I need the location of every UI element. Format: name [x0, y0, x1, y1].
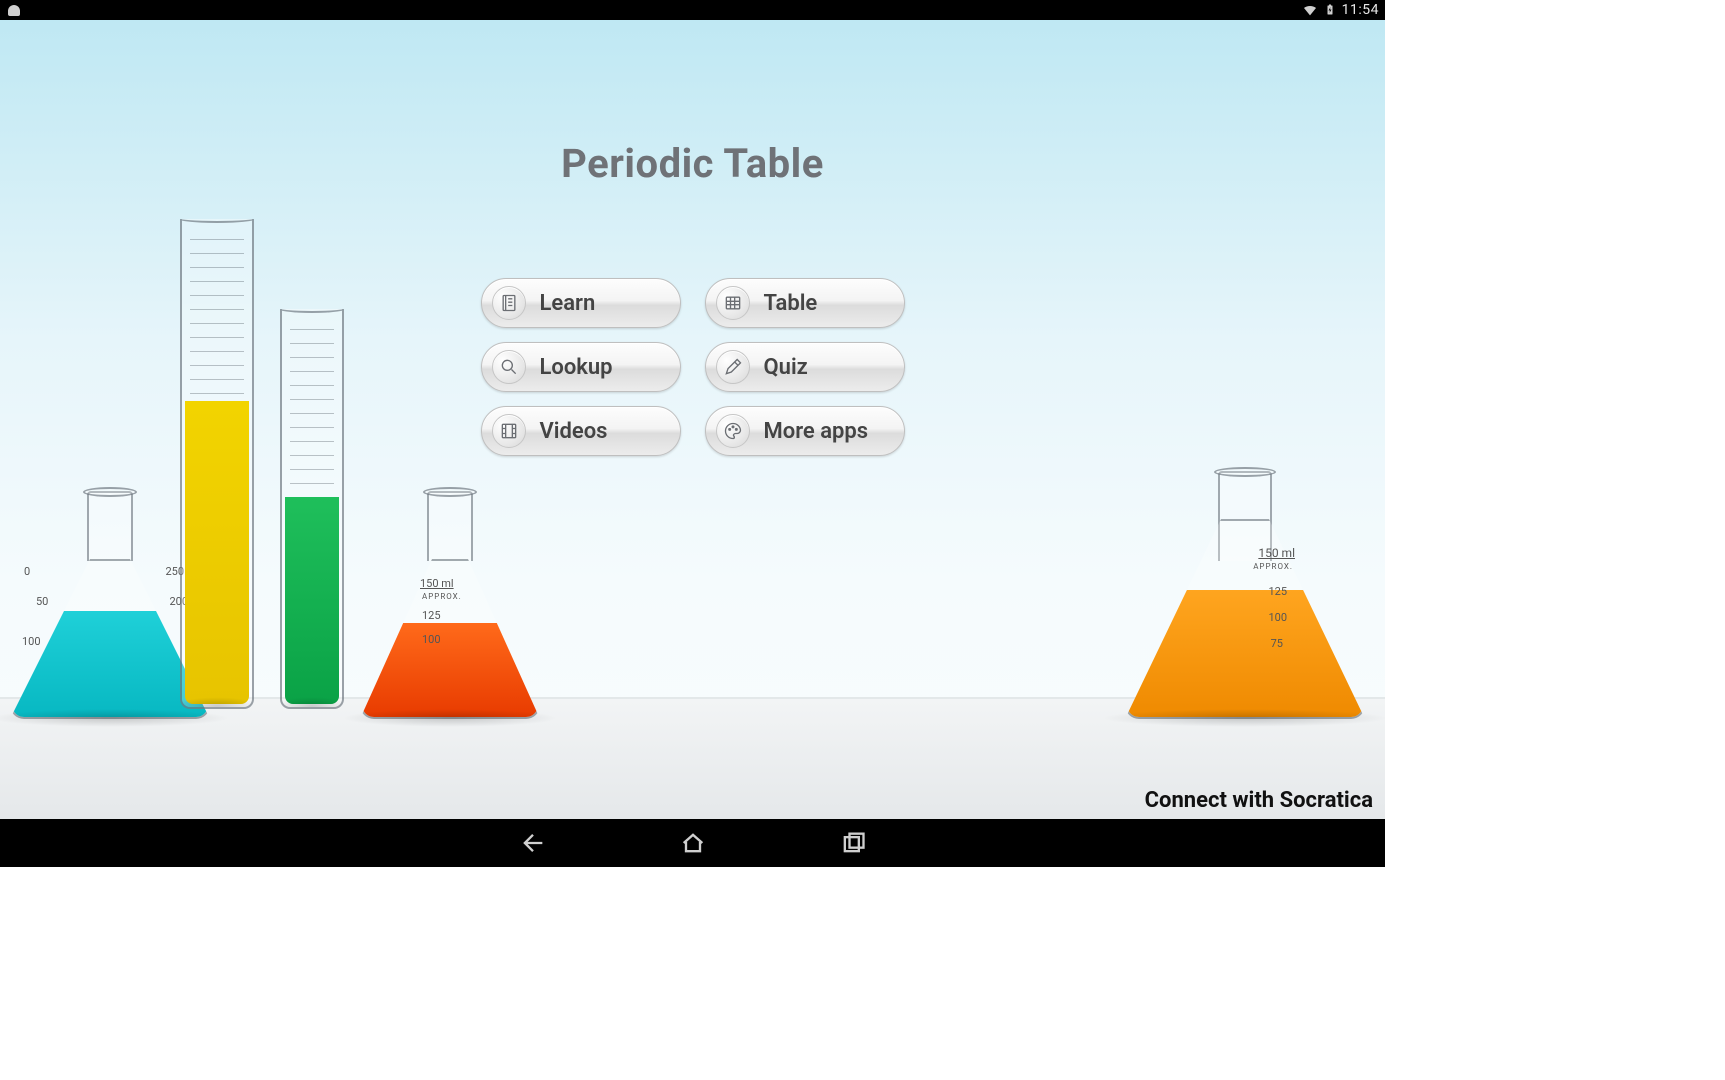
- nav-recent-button[interactable]: [833, 823, 873, 863]
- lookup-button[interactable]: Lookup: [481, 342, 681, 392]
- flask-orange-small: 150 ml APPROX. 125 100: [360, 449, 540, 719]
- magnifier-icon: [492, 350, 526, 384]
- nav-bar: [0, 819, 1385, 867]
- palette-icon: [716, 414, 750, 448]
- android-debug-icon: [6, 3, 22, 17]
- page-title: Periodic Table: [561, 140, 824, 187]
- learn-button[interactable]: Learn: [481, 278, 681, 328]
- app-content: 0 50 100 250 200 EX20°C 100ml±1ml 100: [0, 20, 1385, 819]
- nav-back-button[interactable]: [513, 823, 553, 863]
- status-clock: 11:54: [1342, 2, 1379, 18]
- table-button[interactable]: Table: [705, 278, 905, 328]
- quiz-label: Quiz: [764, 355, 886, 380]
- cylinder-green: Ex20°c 50/1.0ml ± 0.5ml: [280, 309, 344, 709]
- device-frame: 11:54 0 50 100 250 200: [0, 0, 1385, 867]
- main-menu: Learn Table Lookup Quiz: [481, 278, 905, 456]
- wifi-icon: [1302, 2, 1318, 18]
- flask-orange-large: 150 ml APPROX. 125 100 75: [1125, 389, 1365, 719]
- glassware-left-group: 0 50 100 250 200 EX20°C 100ml±1ml 100: [10, 179, 530, 819]
- more-apps-button[interactable]: More apps: [705, 406, 905, 456]
- nav-home-button[interactable]: [673, 823, 713, 863]
- videos-label: Videos: [540, 419, 662, 444]
- cylinder-yellow: EX20°C 100ml±1ml 100: [180, 219, 254, 709]
- lookup-label: Lookup: [540, 355, 662, 380]
- grid-icon: [716, 286, 750, 320]
- pencil-icon: [716, 350, 750, 384]
- table-label: Table: [764, 291, 886, 316]
- quiz-button[interactable]: Quiz: [705, 342, 905, 392]
- battery-charging-icon: [1324, 2, 1336, 18]
- status-bar: 11:54: [0, 0, 1385, 20]
- status-right: 11:54: [1302, 2, 1379, 18]
- glassware-right-group: 150 ml APPROX. 125 100 75: [1105, 359, 1365, 819]
- status-left: [6, 3, 22, 17]
- learn-label: Learn: [540, 291, 662, 316]
- notebook-icon: [492, 286, 526, 320]
- videos-button[interactable]: Videos: [481, 406, 681, 456]
- connect-link[interactable]: Connect with Socratica: [1145, 788, 1373, 813]
- film-icon: [492, 414, 526, 448]
- more-apps-label: More apps: [764, 419, 886, 444]
